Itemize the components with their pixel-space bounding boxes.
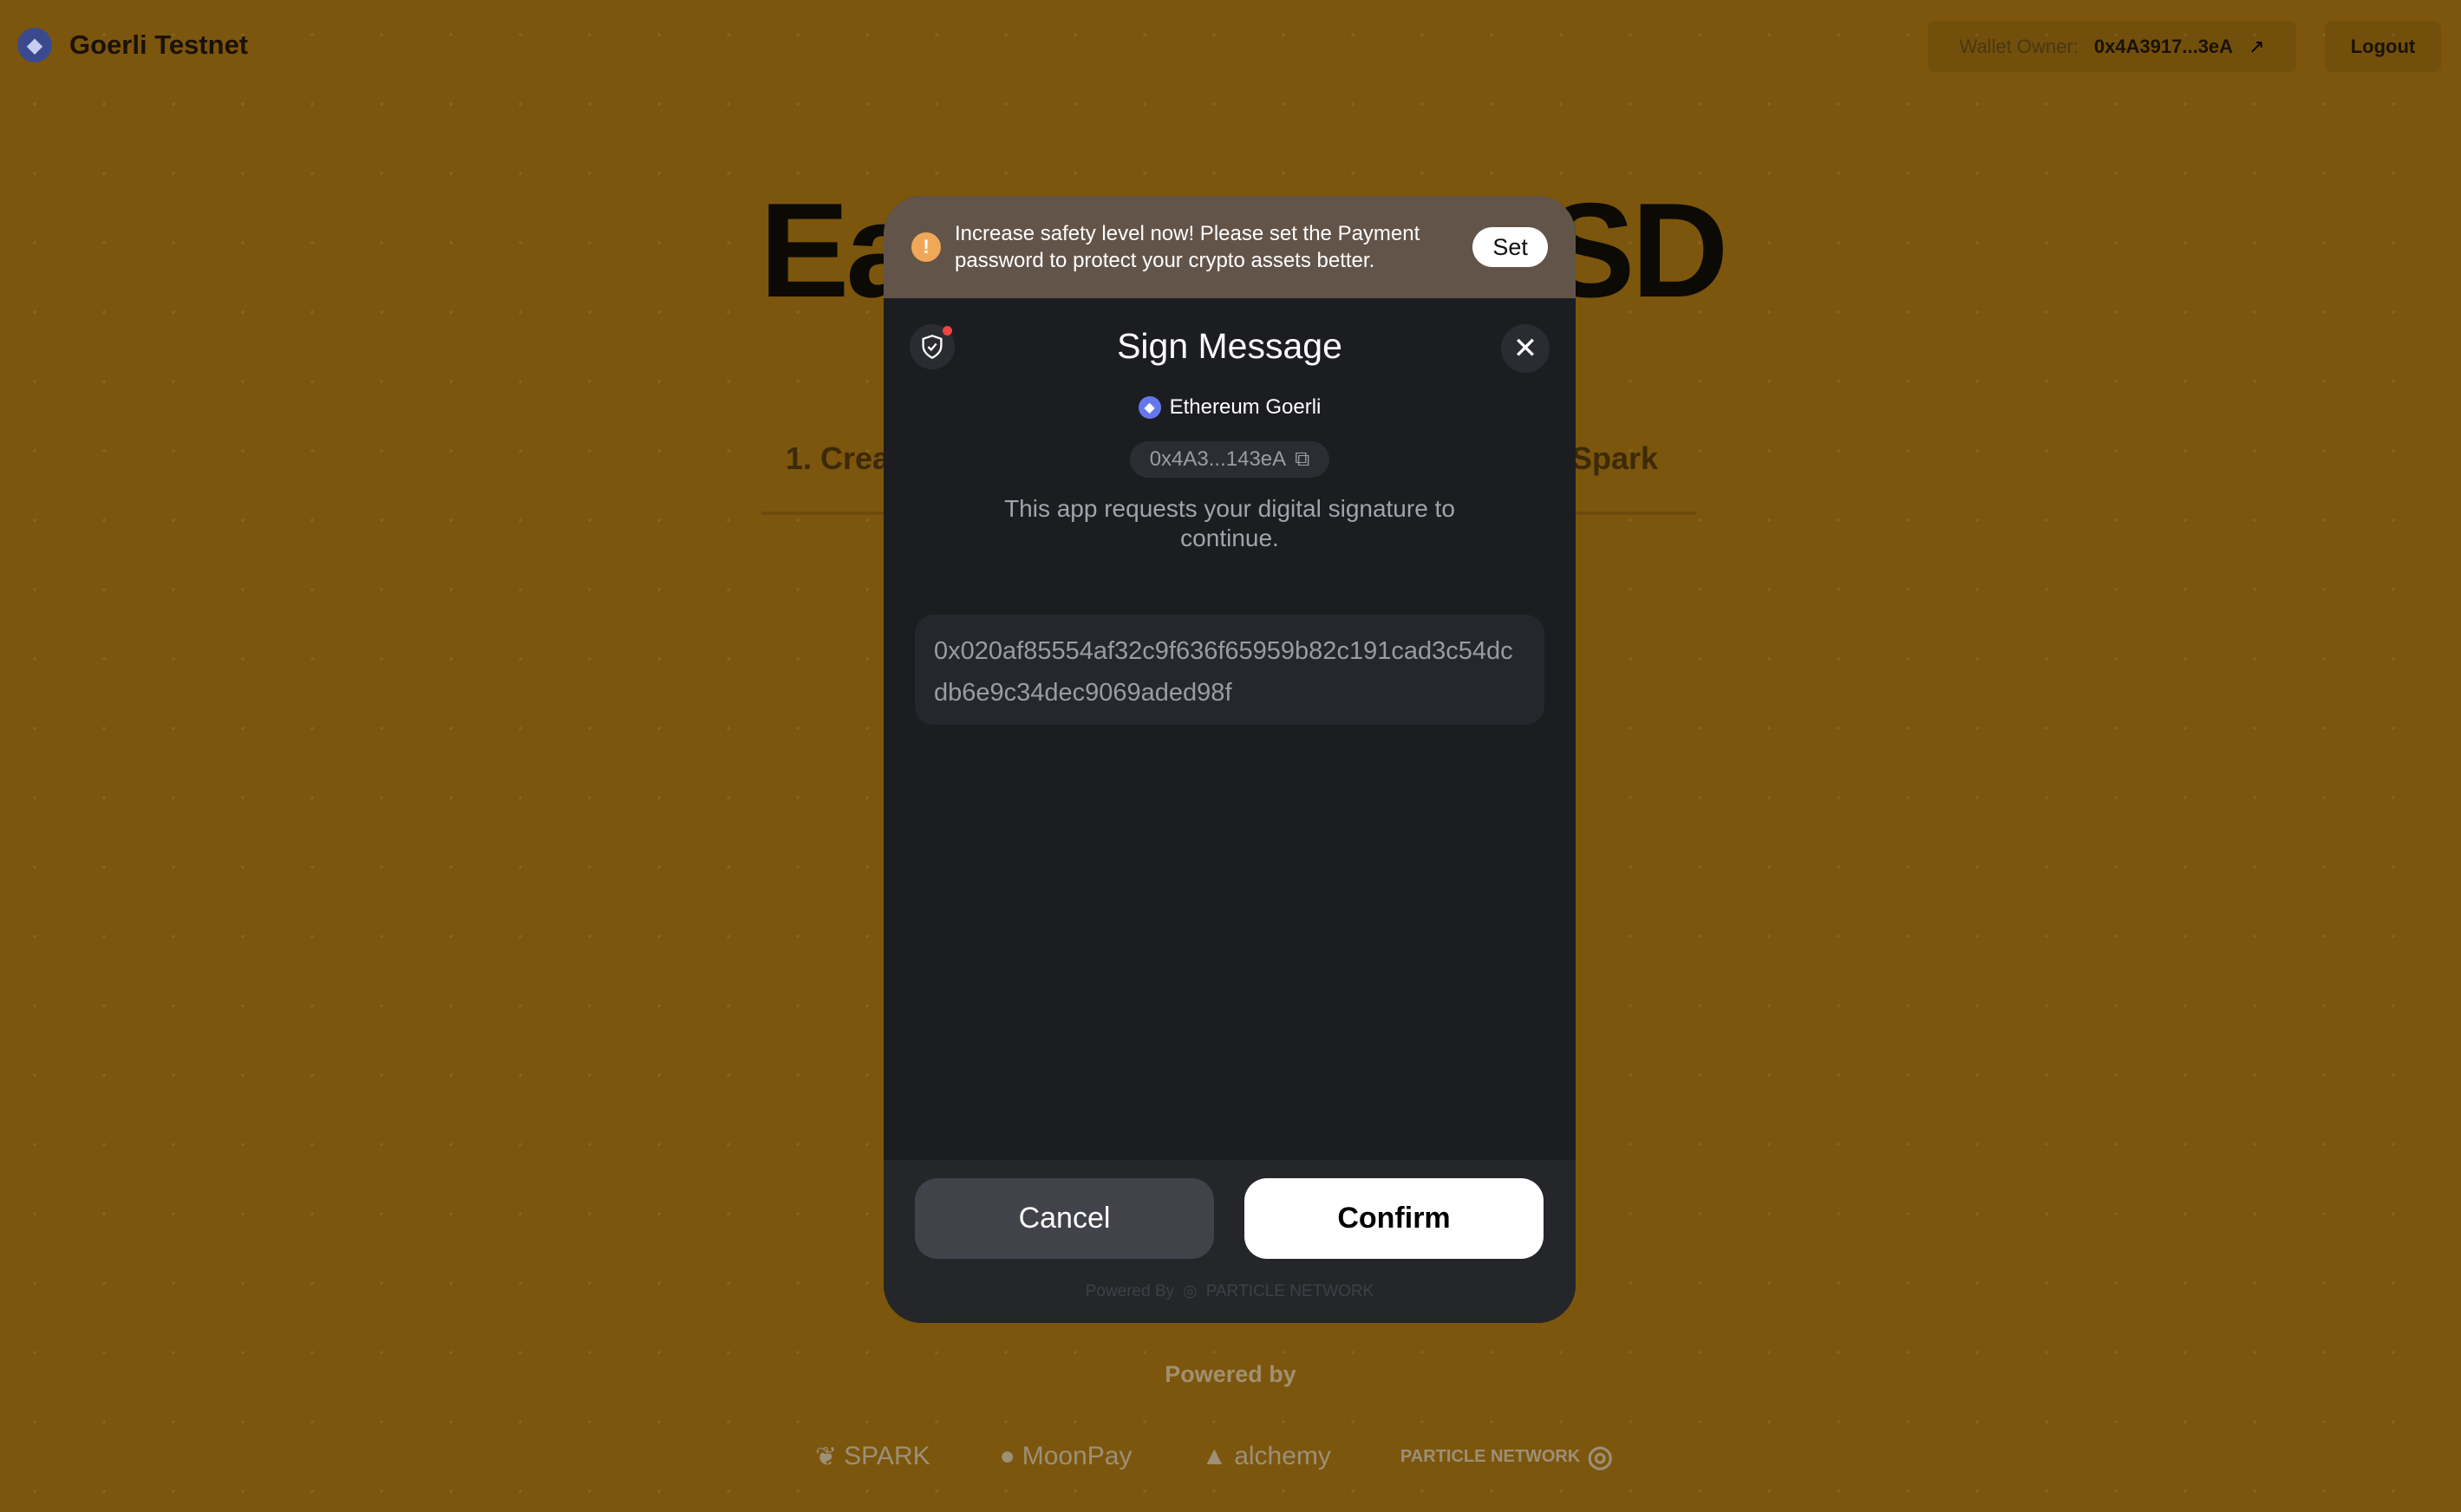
copy-icon[interactable]: ⧉	[1295, 447, 1309, 472]
safety-banner: ! Increase safety level now! Please set …	[884, 196, 1576, 298]
partner-logos: ❦ SPARK ● MoonPay ▲ alchemy PARTICLE NETWOR…	[815, 1439, 1613, 1474]
logout-button[interactable]: Logout	[2325, 21, 2441, 72]
confirm-button[interactable]: Confirm	[1244, 1178, 1544, 1259]
particle-brand: PARTICLE NETWORK	[1205, 1281, 1374, 1300]
safety-banner-text: Increase safety level now! Please set th…	[955, 222, 1420, 272]
spark-logo: ❦ SPARK	[815, 1442, 930, 1472]
wallet-label: Wallet Owner:	[1959, 35, 2079, 57]
particle-logo-icon: ◎	[1183, 1282, 1198, 1300]
brand: ◆ Goerli Testnet	[17, 28, 248, 62]
address-text: 0x4A3...143eA	[1149, 447, 1287, 471]
spark-text: SPARK	[844, 1442, 930, 1470]
particle-logo-icon: ◎	[1587, 1440, 1613, 1473]
particle-network-logo: PARTICLE NETWORK ◎	[1400, 1439, 1613, 1474]
network-label: Ethereum Goerli	[1169, 395, 1322, 419]
close-icon[interactable]: ✕	[1501, 324, 1550, 373]
ethereum-icon: ◆	[17, 28, 52, 62]
cancel-button[interactable]: Cancel	[915, 1178, 1214, 1259]
sign-message-modal: ! Increase safety level now! Please set …	[884, 196, 1576, 1323]
powered-by-heading: Powered by	[1165, 1361, 1296, 1387]
warning-icon: !	[911, 232, 941, 262]
powered-by-particle: Powered By ◎ PARTICLE NETWORK	[884, 1281, 1576, 1301]
network-name: Goerli Testnet	[69, 29, 249, 60]
network-row: ◆ Ethereum Goerli	[884, 395, 1576, 420]
external-link-icon: ↗	[2249, 35, 2265, 57]
address-copy-pill[interactable]: 0x4A3...143eA ⧉	[1130, 441, 1329, 478]
alchemy-logo: ▲ alchemy	[1202, 1442, 1331, 1471]
alchemy-triangle-icon: ▲	[1201, 1442, 1228, 1470]
modal-title: Sign Message	[1117, 326, 1342, 366]
message-content: 0x020af85554af32c9f636f65959b82c191cad3c…	[915, 615, 1544, 725]
moonpay-logo: ● MoonPay	[1000, 1442, 1133, 1471]
step-tab-create[interactable]: 1. Crea	[786, 440, 890, 477]
moonpay-text: MoonPay	[1022, 1442, 1133, 1470]
ethereum-icon: ◆	[1138, 396, 1161, 419]
moonpay-dot-icon: ●	[999, 1442, 1015, 1470]
set-password-button[interactable]: Set	[1472, 227, 1548, 267]
wallet-owner-button[interactable]: Wallet Owner: 0x4A3917...3eA ↗	[1928, 21, 2296, 72]
signature-description: This app requests your digital signature…	[1004, 495, 1455, 551]
wallet-address: 0x4A3917...3eA	[2093, 35, 2234, 57]
powered-by-label: Powered By	[1085, 1281, 1175, 1300]
spark-leaf-icon: ❦	[815, 1442, 838, 1471]
particle-text: PARTICLE NETWORK	[1400, 1446, 1581, 1466]
alchemy-text: alchemy	[1234, 1442, 1331, 1470]
